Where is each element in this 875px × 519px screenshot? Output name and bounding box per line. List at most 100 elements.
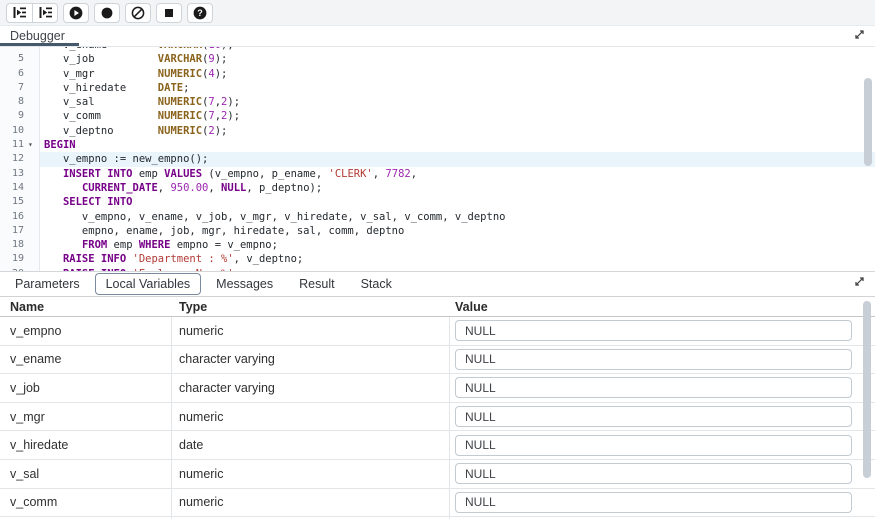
line-number-gutter[interactable]: 19: [0, 252, 40, 266]
code-token: DATE: [158, 82, 183, 94]
code-token: WHERE: [139, 239, 171, 251]
variable-value-input[interactable]: [455, 435, 852, 456]
line-number: 10: [0, 124, 28, 138]
code-token: 950.00: [170, 182, 208, 194]
code-line: 8 v_sal NUMERIC(7,2);: [0, 95, 875, 109]
code-token: VARCHAR: [158, 47, 202, 51]
line-number-gutter[interactable]: 17: [0, 224, 40, 238]
code-token: );: [227, 96, 240, 108]
stop-button[interactable]: [156, 3, 182, 23]
code-text[interactable]: v_deptno NUMERIC(2);: [40, 124, 875, 138]
variable-value-input[interactable]: [455, 377, 852, 398]
code-text[interactable]: v_empno, v_ename, v_job, v_mgr, v_hireda…: [40, 210, 875, 224]
code-token: NUMERIC: [158, 125, 202, 137]
code-line: 16 v_empno, v_ename, v_job, v_mgr, v_hir…: [0, 210, 875, 224]
code-token: [44, 253, 63, 265]
code-token: v_deptno: [44, 125, 158, 137]
step-over-button[interactable]: [32, 3, 58, 23]
code-text[interactable]: FROM emp WHERE empno = v_empno;: [40, 238, 875, 252]
line-number-gutter[interactable]: 10: [0, 124, 40, 138]
code-text[interactable]: v_comm NUMERIC(7,2);: [40, 109, 875, 123]
table-row: v_salnumeric: [0, 460, 875, 489]
code-line: 17 empno, ename, job, mgr, hiredate, sal…: [0, 224, 875, 238]
code-token: );: [215, 53, 228, 65]
line-number-gutter[interactable]: 7: [0, 81, 40, 95]
line-number-gutter[interactable]: 18: [0, 238, 40, 252]
tab-messages[interactable]: Messages: [205, 273, 284, 295]
tab-parameters[interactable]: Parameters: [4, 273, 91, 295]
line-number: 12: [0, 152, 28, 166]
line-number-gutter[interactable]: 8: [0, 95, 40, 109]
variable-value-input[interactable]: [455, 349, 852, 370]
continue-icon: [69, 6, 83, 20]
code-token: NULL: [221, 182, 246, 194]
panel-scrollbar[interactable]: [863, 300, 872, 519]
panel-scrollbar-thumb[interactable]: [863, 301, 871, 478]
editor-scrollbar-thumb[interactable]: [864, 78, 872, 166]
panel-expand-button[interactable]: [851, 276, 867, 292]
step-into-button[interactable]: [6, 3, 32, 23]
variable-value-input[interactable]: [455, 492, 852, 513]
code-text[interactable]: v_sal NUMERIC(7,2);: [40, 95, 875, 109]
local-variables-table: NameTypeValuev_empnonumericv_enamecharac…: [0, 296, 875, 519]
expand-icon: [853, 28, 866, 46]
code-token: v_sal: [44, 96, 158, 108]
code-text[interactable]: INSERT INTO emp VALUES (v_empno, p_ename…: [40, 167, 875, 181]
code-line: 12 v_empno := new_empno();: [0, 152, 875, 166]
tab-debugger[interactable]: Debugger: [0, 26, 79, 46]
code-text[interactable]: RAISE INFO 'Department : %', v_deptno;: [40, 252, 875, 266]
code-token: );: [221, 47, 234, 51]
variable-type-cell: numeric: [172, 460, 450, 488]
toolbar-group: [6, 3, 58, 23]
code-token: BEGIN: [44, 139, 76, 151]
table-row: v_hiredatedate: [0, 431, 875, 460]
line-number-gutter[interactable]: 5: [0, 52, 40, 66]
code-token: [44, 196, 63, 208]
line-number-gutter[interactable]: 16: [0, 210, 40, 224]
code-text[interactable]: v_job VARCHAR(9);: [40, 52, 875, 66]
editor-tabbar: Debugger: [0, 26, 875, 47]
code-token: NUMERIC: [158, 96, 202, 108]
variable-name-cell: v_sal: [0, 460, 172, 488]
tab-stack[interactable]: Stack: [350, 273, 403, 295]
variable-value-input[interactable]: [455, 463, 852, 484]
clear-breakpoints-button[interactable]: [125, 3, 151, 23]
code-text[interactable]: SELECT INTO: [40, 195, 875, 209]
code-token: ,: [373, 168, 386, 180]
line-number-gutter[interactable]: 13: [0, 167, 40, 181]
code-token: NUMERIC: [158, 68, 202, 80]
continue-button[interactable]: [63, 3, 89, 23]
code-text[interactable]: BEGIN: [40, 138, 875, 152]
tab-result[interactable]: Result: [288, 273, 345, 295]
fold-arrow-icon[interactable]: ▾: [28, 138, 39, 152]
code-text[interactable]: v_empno := new_empno();: [40, 152, 875, 166]
variable-name-cell: v_comm: [0, 489, 172, 517]
line-number-gutter[interactable]: 15: [0, 195, 40, 209]
code-text[interactable]: empno, ename, job, mgr, hiredate, sal, c…: [40, 224, 875, 238]
editor-expand-button[interactable]: [851, 29, 867, 45]
line-number-gutter[interactable]: 11▾: [0, 138, 40, 152]
line-number-gutter[interactable]: 9: [0, 109, 40, 123]
variable-value-input[interactable]: [455, 320, 852, 341]
variable-value-cell: [450, 489, 875, 517]
code-token: v_mgr: [44, 68, 158, 80]
code-line: 14 CURRENT_DATE, 950.00, NULL, p_deptno)…: [0, 181, 875, 195]
help-button[interactable]: ?: [187, 3, 213, 23]
line-number-gutter[interactable]: 12: [0, 152, 40, 166]
breakpoint-button[interactable]: [94, 3, 120, 23]
table-row: v_jobcharacter varying: [0, 374, 875, 403]
code-text[interactable]: v_hiredate DATE;: [40, 81, 875, 95]
editor-scrollbar[interactable]: [864, 47, 873, 271]
help-icon: ?: [193, 6, 207, 20]
line-number-gutter[interactable]: 14: [0, 181, 40, 195]
line-number-gutter[interactable]: 6: [0, 67, 40, 81]
line-number: 16: [0, 210, 28, 224]
debugger-window: ? Debugger 4 v_ename VARCHAR(10);5 v_job…: [0, 0, 875, 519]
tab-local-variables[interactable]: Local Variables: [95, 273, 202, 295]
code-text[interactable]: v_mgr NUMERIC(4);: [40, 67, 875, 81]
code-editor[interactable]: 4 v_ename VARCHAR(10);5 v_job VARCHAR(9)…: [0, 47, 875, 271]
variable-value-input[interactable]: [455, 406, 852, 427]
toolbar-group: [125, 3, 151, 23]
code-text[interactable]: CURRENT_DATE, 950.00, NULL, p_deptno);: [40, 181, 875, 195]
code-token: empno, ename, job, mgr, hiredate, sal, c…: [44, 225, 404, 237]
